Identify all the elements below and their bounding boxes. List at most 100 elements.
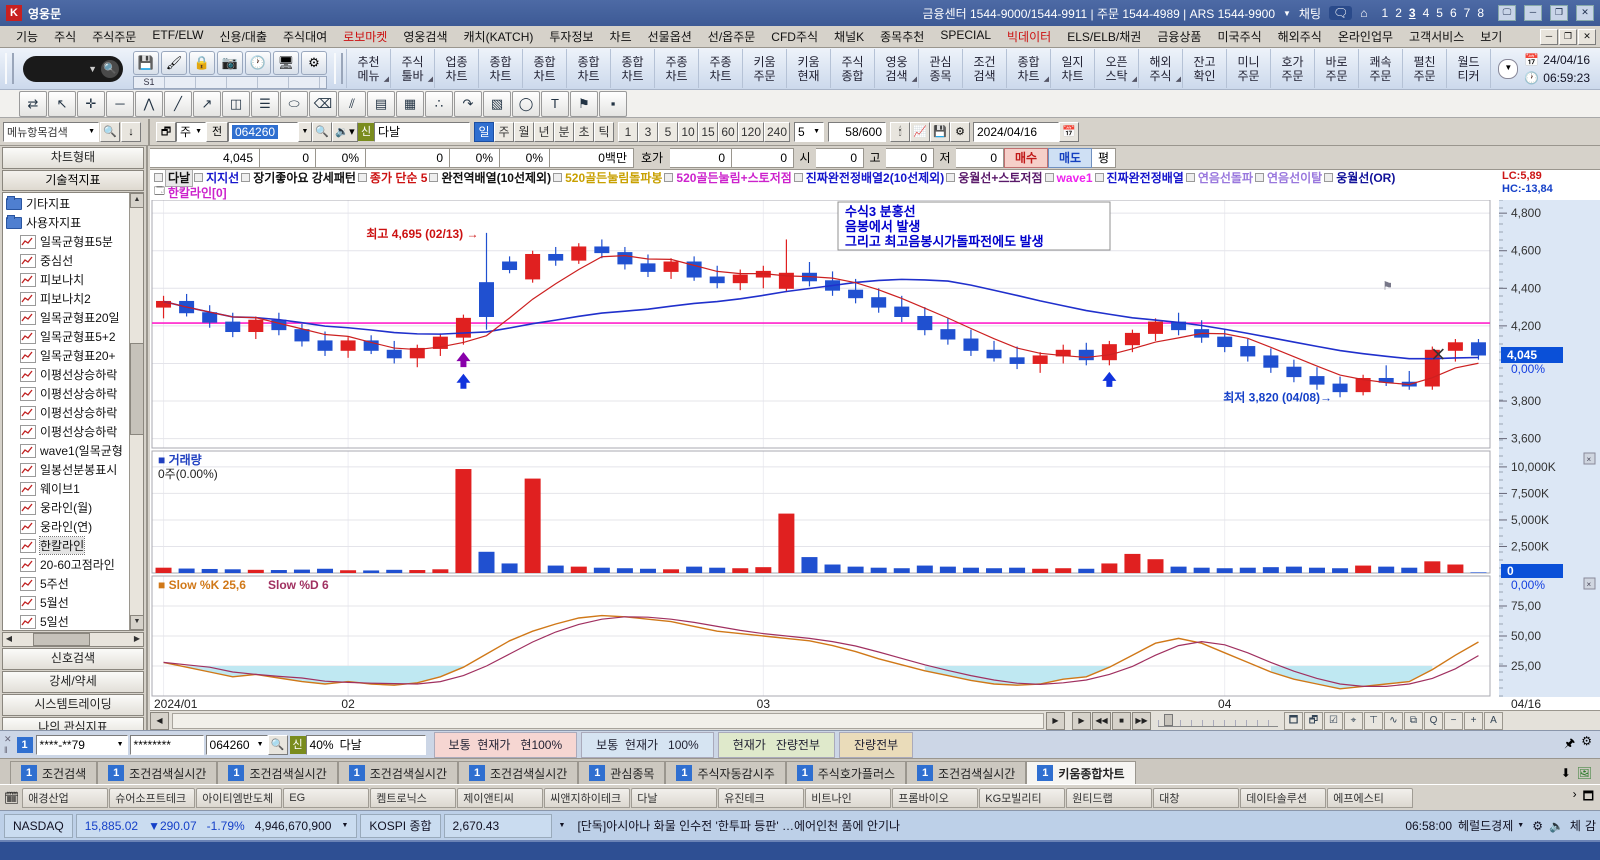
indicator-item-16[interactable]: 한칼라인 [6,536,130,555]
toolbar-button-주식종합[interactable]: 주식종합 [831,49,875,88]
period-분[interactable]: 분 [554,122,574,142]
screen-number-3[interactable]: 3 [1409,6,1416,20]
minute-240[interactable]: 240 [764,122,790,142]
menu-search-icon[interactable]: 🔍 [100,122,120,142]
scroll-down-icon[interactable]: ▼ [130,615,144,630]
toolbar-button-추천메뉴[interactable]: 추천메뉴◢ [347,49,391,88]
stock-tab-애경산업[interactable]: 애경산업 [22,788,108,808]
order-code-search-icon[interactable]: 🔍 [268,735,288,755]
news-source[interactable]: 헤럴드경제 [1458,817,1513,834]
minute-120[interactable]: 120 [738,122,764,142]
trend-line-tool[interactable]: ╱ [164,91,192,117]
toolbar-button-종합차트[interactable]: 종합차트◢ [1007,49,1051,88]
cond-tab-5[interactable]: 1관심종목 [578,761,665,784]
toolbar-button-종합차트[interactable]: 종합차트 [567,49,611,88]
parallel-channel-tool[interactable]: ☰ [251,91,279,117]
eraser-all-tool[interactable]: ⌫ [309,91,337,117]
close-button[interactable]: ✕ [1576,5,1594,21]
zoom-out-icon[interactable]: − [1444,712,1463,730]
indicator-item-8[interactable]: 이평선상승하락 [6,384,130,403]
flag-mark-tool[interactable]: ⚑ [570,91,598,117]
cond-tab-7[interactable]: 1주식호가플러스 [786,761,906,784]
chart-shortcut-icon[interactable]: 🖼 [1577,766,1592,780]
scroll-left-icon[interactable]: ◀ [3,633,15,644]
source-dropdown-icon[interactable]: ▼ [1517,822,1524,829]
line-add-icon[interactable]: 📈 [910,122,930,142]
indicator-item-0[interactable]: 일목균형표5분 [6,232,130,251]
status-speaker-icon[interactable]: 🔈 [1549,819,1564,833]
menu-item-신용/대출[interactable]: 신용/대출 [211,26,275,47]
bar-count-input[interactable]: 58/600 [828,122,886,142]
mdi-restore-button[interactable]: ❐ [1559,29,1577,45]
formula-icon[interactable]: 🗔 [154,184,165,201]
tab-scroll-right-icon[interactable]: › [1573,787,1577,808]
menu-item-영웅검색[interactable]: 영웅검색 [395,26,455,47]
chart-date-input[interactable]: 2024/04/16 [973,122,1059,142]
date-calendar-icon[interactable]: 📅 [1059,122,1079,142]
toolbar-button-관심종목[interactable]: 관심종목 [919,49,963,88]
stock-code-input[interactable]: 064260 [228,122,298,142]
cond-tab-8[interactable]: 1조건검색실시간 [906,761,1026,784]
stock-search-pill[interactable]: ▼ 🔍 [23,56,123,82]
replay-speed-slider[interactable] [1158,714,1278,727]
toolbar-button-주종차트[interactable]: 주종차트 [699,49,743,88]
chip-wave1[interactable]: wave1 [1045,171,1093,185]
arrow-line-tool[interactable]: ↗ [193,91,221,117]
fib-retracement-tool[interactable]: ▤ [367,91,395,117]
sidebar-button-신호검색[interactable]: 신호검색 [2,648,144,670]
toolbar-button-월드티커[interactable]: 월드티커 [1447,49,1491,88]
scroll-up-icon[interactable]: ▲ [130,193,144,208]
stock-tab-슈어소프트테크[interactable]: 슈어소프트테크 [109,788,195,808]
indicator-item-6[interactable]: 일목균형표20+ [6,346,130,365]
cond-tab-2[interactable]: 1조건검색실시간 [217,761,337,784]
sell-button[interactable]: 매도 [1048,148,1092,168]
indicator-item-3[interactable]: 피보나치2 [6,289,130,308]
toolbar-button-업종차트[interactable]: 업종차트 [435,49,479,88]
toolbar-button-해외주식[interactable]: 해외주식◢ [1139,49,1183,88]
minute-10[interactable]: 10 [678,122,698,142]
indicator-item-14[interactable]: 웅라인(월) [6,498,130,517]
menu-item-선/옵주문[interactable]: 선/옵주문 [700,26,764,47]
cond-tab-1[interactable]: 1조건검색실시간 [97,761,217,784]
brush-icon[interactable]: 🖌 [161,51,187,75]
status-badge-체[interactable]: 체 [1570,817,1581,834]
index1-name[interactable]: NASDAQ [4,814,73,838]
check-icon[interactable]: ☑ [1324,712,1343,730]
mdi-close-button[interactable]: ✕ [1578,29,1596,45]
menu-item-고객서비스[interactable]: 고객서비스 [1401,26,1472,47]
minute-15[interactable]: 15 [698,122,718,142]
crosshair-tool[interactable]: ✛ [77,91,105,117]
folder-기타지표[interactable]: 기타지표 [6,194,130,213]
gear-icon[interactable]: ⚙ [301,51,327,75]
cross-cursor-icon[interactable]: ⌖ [1344,712,1363,730]
toolbar-button-오픈스탁[interactable]: 오픈스탁◢ [1095,49,1139,88]
tab-expand-icon[interactable]: 🗖 [1583,787,1594,808]
sidebar-button-시스템트레이딩[interactable]: 시스템트레이딩 [2,694,144,716]
stock-tab-유진테크[interactable]: 유진테크 [718,788,804,808]
horizontal-line-tool[interactable]: ─ [106,91,134,117]
menu-item-미국주식[interactable]: 미국주식 [1209,26,1269,47]
toolbar-grip[interactable] [5,53,14,84]
toolbar-grip2[interactable] [334,53,343,84]
save-chart-icon[interactable]: 💾 [930,122,950,142]
indicator-item-4[interactable]: 일목균형표20일 [6,308,130,327]
toolbar-button-호가주문[interactable]: 호가주문 [1271,49,1315,88]
monitor-icon[interactable]: 🖵 [1498,5,1516,21]
index2-name[interactable]: KOSPI 종합 [360,814,440,838]
cond-tab-6[interactable]: 1주식자동감시주 [665,761,785,784]
toolbar-button-일지차트[interactable]: 일지차트 [1051,49,1095,88]
pin-icon[interactable]: 🖈 [1564,734,1575,755]
screen-number-8[interactable]: 8 [1477,6,1484,20]
toolbar-button-미니주문[interactable]: 미니주문 [1227,49,1271,88]
indicator-item-12[interactable]: 일봉선분봉표시 [6,460,130,479]
cond-tab-4[interactable]: 1조건검색실시간 [458,761,578,784]
indicator-item-18[interactable]: 5주선 [6,574,130,593]
minute-60[interactable]: 60 [718,122,738,142]
menu-item-선물옵션[interactable]: 선물옵션 [640,26,700,47]
menu-item-기능[interactable]: 기능 [8,26,46,47]
period-년[interactable]: 년 [534,122,554,142]
chip-연음선이탈[interactable]: 연음선이탈 [1255,170,1322,186]
tree-scrollbar[interactable]: ▲ ▼ [129,193,143,630]
text-tool[interactable]: T [541,91,569,117]
quick-tab-4[interactable] [227,77,258,88]
